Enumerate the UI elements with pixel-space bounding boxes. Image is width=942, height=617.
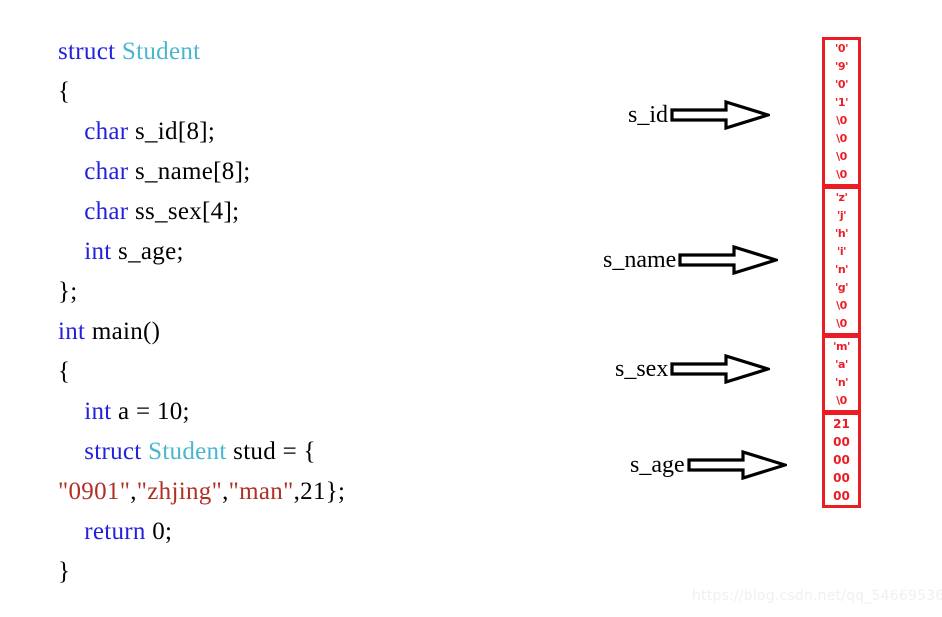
memory-cell: \0	[836, 317, 847, 330]
code-token: char	[84, 198, 129, 225]
memory-cell: '0'	[835, 78, 848, 91]
code-token: ss_sex[4];	[128, 198, 240, 225]
pointer-label-s-age: s_age	[630, 451, 685, 478]
code-line: }	[58, 552, 578, 592]
memory-cell: 'i'	[836, 245, 847, 258]
memory-cell: 'm'	[833, 340, 850, 353]
right-block-arrow-icon	[678, 245, 779, 275]
code-token: int	[84, 238, 112, 265]
code-line: "0901","zhjing","man",21};	[58, 472, 578, 512]
pointer-s-id: s_id	[628, 98, 771, 132]
memory-cell: 00	[833, 435, 850, 449]
pointer-s-name: s_name	[603, 243, 779, 277]
memory-cell: 00	[833, 489, 850, 503]
code-token: }	[58, 558, 71, 585]
code-line: char s_name[8];	[58, 152, 578, 192]
code-token: ,21};	[293, 478, 346, 505]
memory-cell: \0	[836, 394, 847, 407]
code-token: s_name[8];	[128, 158, 251, 185]
code-token: struct	[84, 438, 149, 465]
memory-cell: \0	[836, 299, 847, 312]
code-line: int main()	[58, 312, 578, 352]
memory-block-s-sex: 'm' 'a' 'n' \0	[822, 335, 861, 413]
memory-cell: 21	[833, 417, 850, 431]
right-block-arrow-icon	[687, 450, 787, 480]
memory-cell: '9'	[835, 60, 848, 73]
memory-cell: 00	[833, 453, 850, 467]
code-token: a = 10;	[111, 398, 190, 425]
right-block-arrow-svg	[678, 245, 779, 275]
memory-cell: \0	[836, 150, 847, 163]
right-block-arrow-svg	[687, 450, 787, 480]
code-line: };	[58, 272, 578, 312]
memory-cell: 'a'	[835, 358, 848, 371]
code-listing: struct Student { char s_id[8]; char s_nam…	[58, 32, 578, 592]
code-token: "0901"	[58, 478, 131, 505]
code-token: int	[84, 398, 112, 425]
code-token: s_id[8];	[128, 118, 216, 145]
right-block-arrow-icon	[670, 354, 771, 384]
code-line: {	[58, 352, 578, 392]
memory-cell: '1'	[835, 96, 848, 109]
code-token: "man"	[228, 478, 294, 505]
code-token: {	[58, 78, 71, 105]
memory-cell: 'n'	[834, 263, 849, 276]
right-block-arrow-icon	[670, 100, 771, 130]
memory-cell: 00	[833, 471, 850, 485]
code-token: Student	[148, 438, 227, 465]
code-token: 0;	[145, 518, 173, 545]
memory-cell: \0	[836, 132, 847, 145]
code-token: int	[58, 318, 86, 345]
pointer-s-sex: s_sex	[615, 352, 771, 386]
right-block-arrow-svg	[670, 100, 771, 130]
pointer-label-s-name: s_name	[603, 246, 677, 273]
memory-cell: '0'	[835, 42, 848, 55]
code-token: s_age;	[111, 238, 184, 265]
code-token: char	[84, 158, 129, 185]
memory-cell: \0	[836, 114, 847, 127]
pointer-label-s-sex: s_sex	[615, 355, 669, 382]
memory-layout-diagram: '0' '9' '0' '1' \0 \0 \0 \0 'z' 'j' 'h' 'i' 'n' 'g' \0…	[822, 37, 861, 508]
pointer-label-s-id: s_id	[628, 101, 669, 128]
pointer-s-age: s_age	[630, 448, 787, 482]
memory-cell: 'n'	[834, 376, 849, 389]
code-token: Student	[121, 38, 201, 65]
code-line: int s_age;	[58, 232, 578, 272]
code-token: main()	[85, 318, 161, 345]
memory-cell: 'z'	[835, 191, 848, 204]
memory-cell: 'j'	[836, 209, 847, 222]
memory-cell: 'g'	[834, 281, 849, 294]
code-token: {	[58, 358, 71, 385]
code-line: struct Student stud = {	[58, 432, 578, 472]
memory-block-s-name: 'z' 'j' 'h' 'i' 'n' 'g' \0 \0	[822, 186, 861, 336]
code-token: char	[84, 118, 129, 145]
code-line: int a = 10;	[58, 392, 578, 432]
memory-cell: 'h'	[834, 227, 849, 240]
code-line: char s_id[8];	[58, 112, 578, 152]
code-token: return	[84, 518, 146, 545]
code-token: "zhjing"	[136, 478, 223, 505]
code-token: struct	[58, 38, 122, 65]
watermark: https://blog.csdn.net/qq_54669536	[692, 588, 942, 604]
code-token: };	[58, 278, 78, 305]
code-line: return 0;	[58, 512, 578, 552]
right-block-arrow-svg	[670, 354, 771, 384]
memory-block-s-age: 21 00 00 00 00	[822, 412, 861, 508]
memory-cell: \0	[836, 168, 847, 181]
code-line: {	[58, 72, 578, 112]
code-line: struct Student	[58, 32, 578, 72]
memory-block-s-id: '0' '9' '0' '1' \0 \0 \0 \0	[822, 37, 861, 187]
code-token: stud = {	[226, 438, 316, 465]
code-line: char ss_sex[4];	[58, 192, 578, 232]
